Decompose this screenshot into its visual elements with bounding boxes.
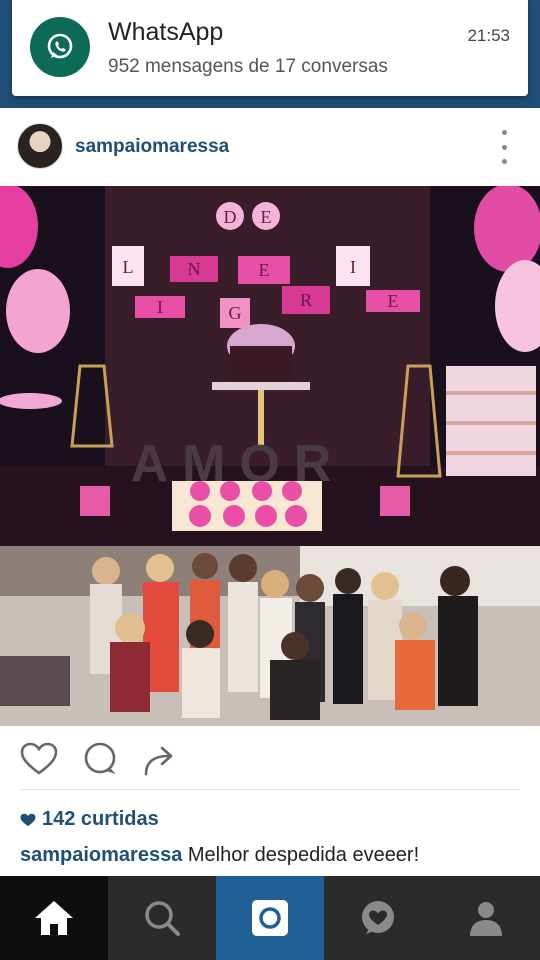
search-icon	[145, 901, 180, 936]
bottom-nav	[0, 876, 540, 960]
caption-username[interactable]: sampaiomaressa	[20, 844, 182, 866]
avatar[interactable]	[17, 123, 63, 169]
whatsapp-notification[interactable]: WhatsApp 952 mensagens de 17 conversas 2…	[12, 0, 528, 96]
svg-text:G: G	[229, 303, 242, 323]
svg-text:I: I	[350, 257, 356, 277]
whatsapp-icon	[30, 17, 90, 77]
home-icon	[35, 901, 73, 935]
notification-time: 21:53	[467, 26, 510, 45]
likes-label: 142 curtidas	[42, 808, 159, 830]
svg-text:I: I	[157, 297, 163, 317]
post-actions	[0, 726, 540, 792]
notification-message: 952 mensagens de 17 conversas	[108, 56, 388, 77]
svg-text:N: N	[188, 259, 201, 279]
divider	[20, 789, 520, 790]
nav-home[interactable]	[0, 876, 108, 960]
nav-camera[interactable]	[216, 876, 324, 960]
post-username[interactable]: sampaiomaressa	[75, 136, 229, 158]
share-icon[interactable]	[142, 742, 180, 776]
svg-text:D: D	[224, 207, 237, 227]
svg-text:R: R	[300, 290, 312, 310]
comment-icon[interactable]	[82, 742, 120, 776]
more-options-icon[interactable]	[492, 130, 516, 164]
notification-title: WhatsApp	[108, 18, 224, 46]
camera-icon	[252, 900, 288, 936]
post-caption: sampaiomaressa Melhor despedida eveeer!	[20, 844, 419, 867]
svg-text:E: E	[259, 260, 270, 280]
svg-text:E: E	[388, 291, 399, 311]
caption-text: Melhor despedida eveeer!	[187, 844, 420, 866]
activity-icon	[362, 901, 394, 934]
svg-text:E: E	[261, 207, 272, 227]
profile-icon	[470, 902, 502, 936]
like-icon[interactable]	[20, 742, 58, 776]
heart-icon	[20, 813, 36, 826]
likes-count[interactable]: 142 curtidas	[20, 808, 159, 831]
nav-activity[interactable]	[324, 876, 432, 960]
post-header: sampaiomaressa	[0, 108, 540, 186]
post-photo[interactable]: D E L I N G E R I E AMOR	[0, 186, 540, 726]
nav-profile[interactable]	[432, 876, 540, 960]
nav-search[interactable]	[108, 876, 216, 960]
svg-text:L: L	[123, 257, 134, 277]
